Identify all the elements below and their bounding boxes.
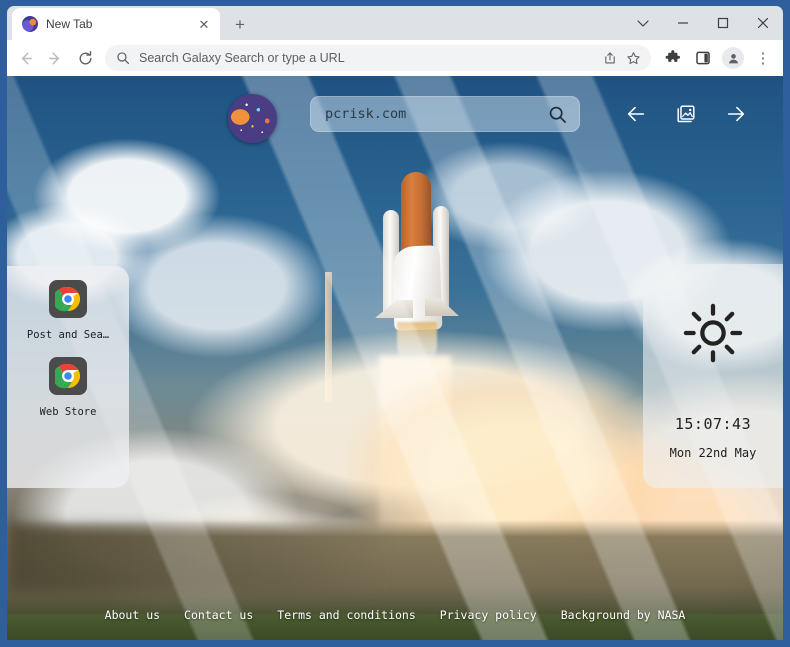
minimize-icon[interactable] [663,8,703,38]
browser-tab-new-tab[interactable]: New Tab ✕ [12,8,220,40]
next-wallpaper-button[interactable] [721,99,751,129]
tab-title: New Tab [46,17,93,31]
profile-button[interactable] [719,44,747,72]
footer-link-contact-us[interactable]: Contact us [184,608,253,622]
page-header: pcrisk.com [7,94,783,144]
galaxy-favicon-icon [22,16,38,32]
new-tab-button[interactable]: + [226,10,254,38]
wallpaper-nav [621,94,751,134]
back-button[interactable] [11,44,39,72]
page-search-box[interactable]: pcrisk.com [310,96,580,132]
browser-toolbar: Search Galaxy Search or type a URL ⋮ [7,40,783,76]
forward-button[interactable] [41,44,69,72]
galaxy-logo-icon[interactable] [228,94,277,143]
shortcut-label: Post and Sea… [26,329,110,341]
bookmark-star-icon[interactable] [623,48,643,68]
page-search-input[interactable]: pcrisk.com [325,106,540,122]
tab-strip: New Tab ✕ + [7,6,783,40]
side-panel-button[interactable] [689,44,717,72]
clock-date: Mon 22nd May [669,446,757,460]
omnibox-input[interactable]: Search Galaxy Search or type a URL [139,51,591,65]
chrome-menu-button[interactable]: ⋮ [749,44,777,72]
browser-window: New Tab ✕ + Search Galaxy Search or type… [0,0,790,647]
ground-shadow [7,524,387,592]
maximize-icon[interactable] [703,8,743,38]
omnibox-actions [600,48,643,68]
footer-link-terms[interactable]: Terms and conditions [277,608,415,622]
avatar [722,47,744,69]
footer-link-about-us[interactable]: About us [105,608,160,622]
close-tab-icon[interactable]: ✕ [196,16,212,32]
new-tab-page: pcrisk.com Post and Sea… Web Store 15:07… [7,76,783,640]
window-controls [623,6,783,40]
reload-button[interactable] [71,44,99,72]
clock-time: 15:07:43 [674,415,752,433]
footer-link-background-nasa[interactable]: Background by NASA [561,608,686,622]
shortcut-post-and-search[interactable]: Post and Sea… [13,280,123,341]
shortcuts-panel: Post and Sea… Web Store [7,266,129,488]
shortcut-web-store[interactable]: Web Store [13,357,123,418]
close-window-icon[interactable] [743,8,783,38]
sun-icon [682,302,744,369]
chrome-icon [49,280,87,318]
tab-search-icon[interactable] [623,8,663,38]
weather-clock-widget: 15:07:43 Mon 22nd May [643,264,783,488]
extensions-button[interactable] [659,44,687,72]
footer-link-privacy-policy[interactable]: Privacy policy [440,608,537,622]
search-submit-icon[interactable] [548,105,567,124]
previous-wallpaper-button[interactable] [621,99,651,129]
search-icon [116,51,130,65]
shortcut-label: Web Store [39,406,97,418]
chrome-icon [49,357,87,395]
share-icon[interactable] [600,48,620,68]
wallpaper-gallery-icon[interactable] [671,99,701,129]
footer-links: About us Contact us Terms and conditions… [7,608,783,622]
omnibox[interactable]: Search Galaxy Search or type a URL [105,45,651,71]
